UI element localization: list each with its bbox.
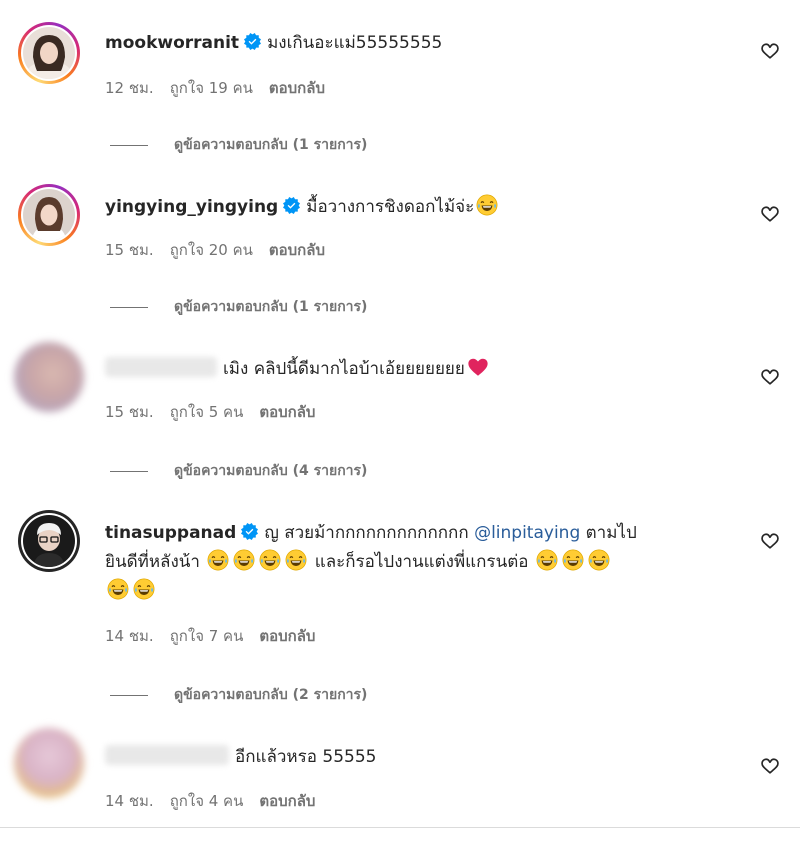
divider [0,827,800,828]
avatar-mookworranit[interactable] [18,22,80,84]
view-replies-label: ดูข้อความตอบกลับ (1 รายการ) [174,137,368,153]
tears-of-joy-emoji-icon [562,549,584,571]
heart-outline-icon[interactable] [760,41,780,61]
avatar-yingying[interactable] [18,184,80,246]
thread-line [110,694,148,696]
view-replies-button[interactable]: ดูข้อความตอบกลับ (1 รายการ) [110,296,367,318]
heart-outline-icon[interactable] [760,756,780,776]
avatar-photo [23,27,75,79]
avatar-photo [23,189,75,241]
view-replies-button[interactable]: ดูข้อความตอบกลับ (2 รายการ) [110,684,367,706]
tears-of-joy-emoji-icon [107,578,129,600]
comment-text-part1: ญ สวยม้ากกกกกกกกกกกกก [264,523,469,543]
tears-of-joy-emoji-icon [207,549,229,571]
view-replies-label: ดูข้อความตอบกลับ (4 รายการ) [174,463,368,479]
tears-of-joy-emoji-icon [476,194,498,216]
view-replies-label: ดูข้อความตอบกลับ (2 รายการ) [174,687,368,703]
comment-time: 15 ชม. [105,241,154,259]
comment-row-5: อีกแล้วหรอ 55555 [105,744,376,770]
view-replies-button[interactable]: ดูข้อความตอบกลับ (1 รายการ) [110,134,367,156]
heart-outline-icon[interactable] [760,531,780,551]
tears-of-joy-emoji-icon [259,549,281,571]
comment-row-3: เมิง คลิปนี้ดีมากไอบ้าเอ้ยยยยยยย [105,356,491,382]
comment-text: เมิง คลิปนี้ดีมากไอบ้าเอ้ยยยยยยย [223,359,465,379]
comment-text-line2: ยินดีที่หลังน้า [105,552,200,572]
thread-line [110,306,148,308]
tears-of-joy-emoji-icon [133,578,155,600]
tears-of-joy-emoji-icon [588,549,610,571]
mention-link[interactable]: @linpitaying [474,523,580,543]
like-count[interactable]: ถูกใจ 20 คน [170,241,253,259]
like-count[interactable]: ถูกใจ 4 คน [170,792,244,810]
username[interactable]: mookworranit [105,33,239,53]
thread-line [110,470,148,472]
username[interactable]: yingying_yingying [105,197,278,217]
verified-badge-icon [241,523,258,540]
reply-button[interactable]: ตอบกลับ [269,79,325,97]
avatar-blurred[interactable] [14,342,84,412]
comment-meta-4: 14 ชม. ถูกใจ 7 คน ตอบกลับ [105,624,331,648]
comments-panel: mookworranit มงเกินอะแม่55555555 12 ชม. ถู… [0,0,800,841]
comment-time: 12 ชม. [105,79,154,97]
avatar-blurred[interactable] [14,728,84,798]
comment-time: 14 ชม. [105,792,154,810]
comment-meta-1: 12 ชม. ถูกใจ 19 คน ตอบกลับ [105,76,341,100]
comment-text-part2: ตามไป [585,523,637,543]
reply-button[interactable]: ตอบกลับ [269,241,325,259]
comment-row-2: yingying_yingying มื้อวางการชิงดอกไม้จ่ะ [105,194,500,220]
like-count[interactable]: ถูกใจ 7 คน [170,627,244,645]
verified-badge-icon [283,197,300,214]
reply-button[interactable]: ตอบกลับ [259,792,315,810]
like-count[interactable]: ถูกใจ 19 คน [170,79,253,97]
comment-time: 14 ชม. [105,627,154,645]
thread-line [110,144,148,146]
reply-button[interactable]: ตอบกลับ [259,403,315,421]
username-blurred[interactable] [105,357,217,377]
username[interactable]: tinasuppanad [105,523,236,543]
heart-outline-icon[interactable] [760,367,780,387]
view-replies-button[interactable]: ดูข้อความตอบกลับ (4 รายการ) [110,460,367,482]
verified-badge-icon [244,33,261,50]
comment-row-4: tinasuppanad ญ สวยม้ากกกกกกกกกกกกก @linpi… [105,519,735,606]
comment-text: มงเกินอะแม่55555555 [267,33,443,53]
comment-meta-3: 15 ชม. ถูกใจ 5 คน ตอบกลับ [105,400,331,424]
avatar-photo [23,515,75,567]
tears-of-joy-emoji-icon [536,549,558,571]
view-replies-label: ดูข้อความตอบกลับ (1 รายการ) [174,299,368,315]
tears-of-joy-emoji-icon [233,549,255,571]
comment-text: มื้อวางการชิงดอกไม้จ่ะ [306,197,475,217]
comment-row-1: mookworranit มงเกินอะแม่55555555 [105,30,442,56]
comment-meta-2: 15 ชม. ถูกใจ 20 คน ตอบกลับ [105,238,341,262]
like-count[interactable]: ถูกใจ 5 คน [170,403,244,421]
avatar-tinasuppanad[interactable] [18,510,80,572]
comment-meta-5: 14 ชม. ถูกใจ 4 คน ตอบกลับ [105,789,331,813]
comment-text: อีกแล้วหรอ 55555 [235,747,377,767]
comment-time: 15 ชม. [105,403,154,421]
comment-text-line2b: และก็รอไปงานแต่งพี่แกรนต่อ [314,552,529,572]
heart-outline-icon[interactable] [760,204,780,224]
red-heart-emoji-icon [467,356,489,378]
username-blurred[interactable] [105,745,229,765]
tears-of-joy-emoji-icon [285,549,307,571]
reply-button[interactable]: ตอบกลับ [259,627,315,645]
